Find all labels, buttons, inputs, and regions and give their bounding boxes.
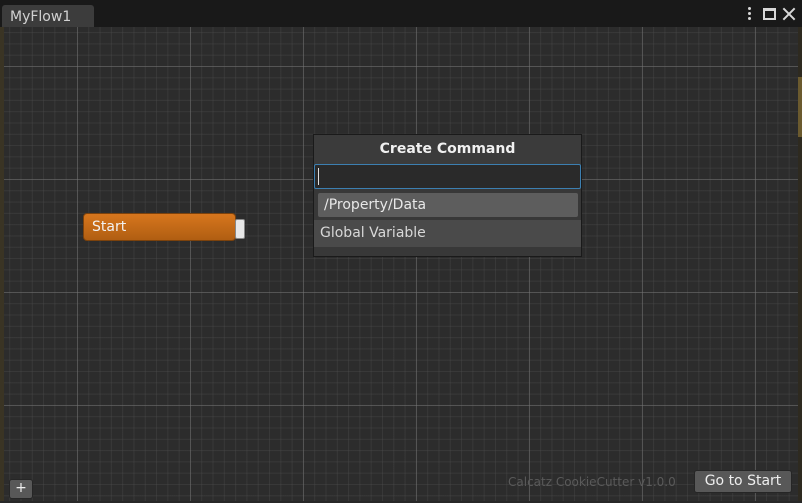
- tab-myflow1[interactable]: MyFlow1: [2, 5, 94, 29]
- right-edge: [798, 27, 802, 501]
- start-node-output-port[interactable]: [235, 219, 245, 239]
- create-command-dialog: Create Command /Property/Data Global Var…: [313, 134, 582, 257]
- more-vertical-icon[interactable]: [743, 7, 757, 21]
- graph-canvas[interactable]: [4, 27, 798, 501]
- go-to-start-button[interactable]: Go to Start: [694, 470, 792, 493]
- command-search-input[interactable]: [314, 164, 581, 189]
- window-titlebar: MyFlow1: [0, 0, 802, 29]
- maximize-icon[interactable]: [763, 8, 776, 20]
- list-item-property-data[interactable]: /Property/Data: [318, 193, 578, 217]
- version-label: Calcatz CookieCutter v1.0.0: [508, 475, 676, 489]
- dialog-title: Create Command: [314, 135, 581, 164]
- flow-editor-window: MyFlow1 Start Create Command /Property/D…: [0, 0, 802, 503]
- text-caret: [318, 168, 319, 185]
- close-icon[interactable]: [782, 7, 796, 21]
- add-button[interactable]: +: [9, 479, 33, 499]
- list-item-global-variable[interactable]: Global Variable: [314, 220, 581, 247]
- window-controls: [743, 6, 796, 22]
- start-node[interactable]: Start: [83, 213, 236, 241]
